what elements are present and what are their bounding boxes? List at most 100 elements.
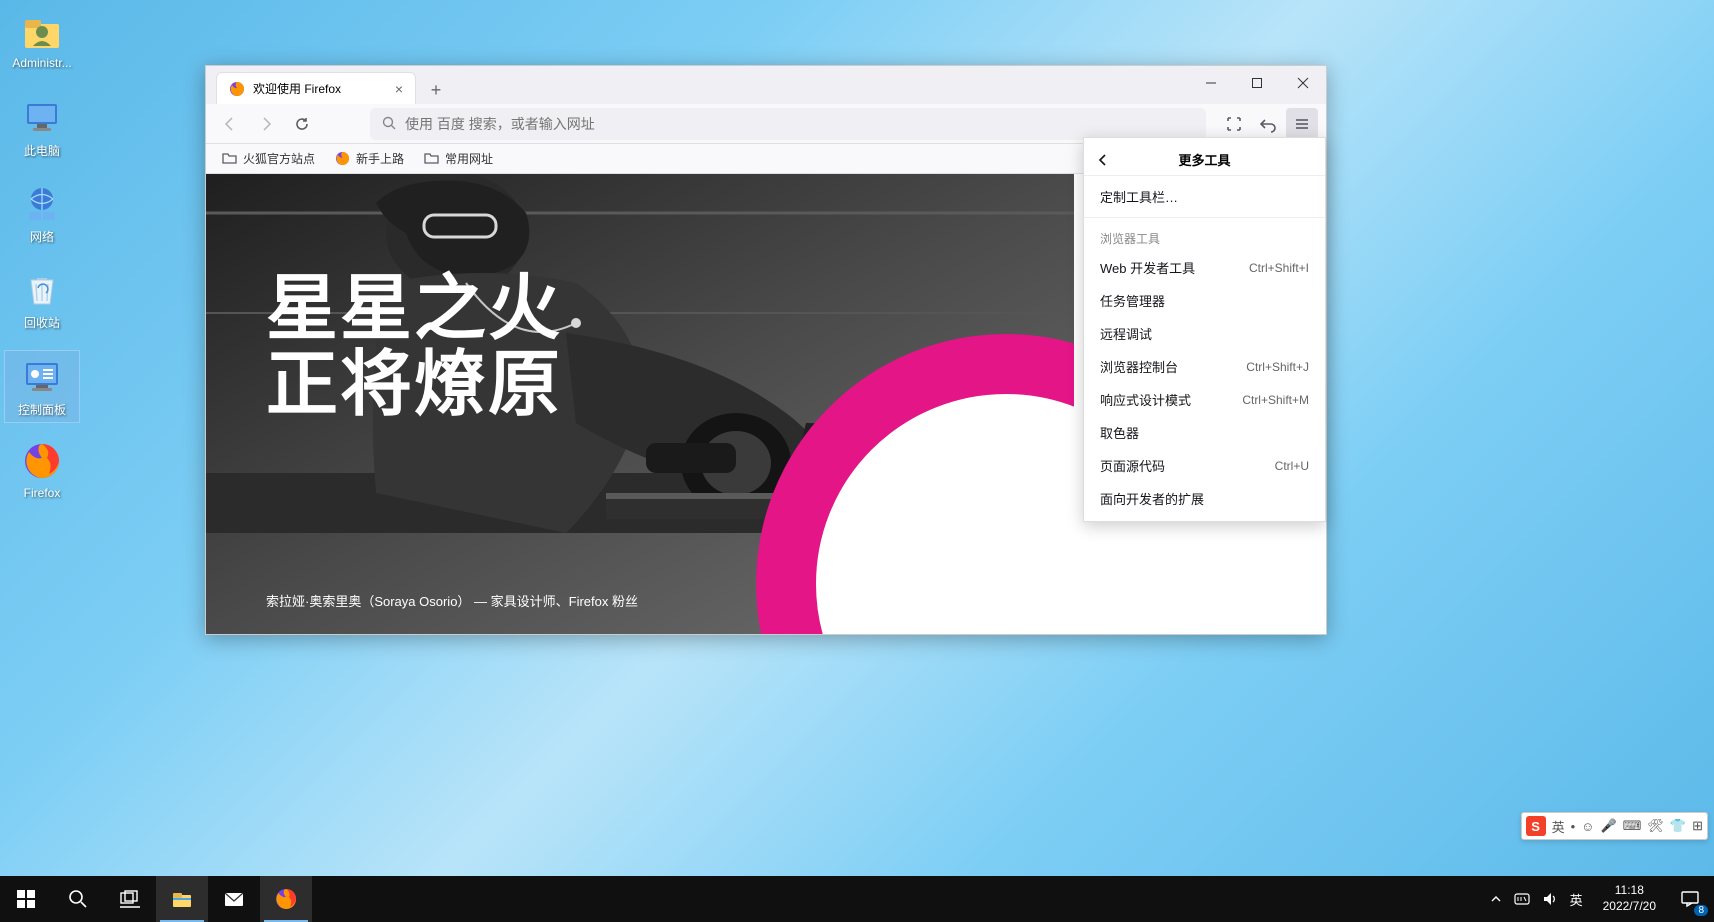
tab-close-button[interactable]: × (395, 81, 403, 97)
menu-section-label: 浏览器工具 (1084, 222, 1325, 251)
menu-item-remote-debug[interactable]: 远程调试 (1084, 317, 1325, 350)
system-tray: 英 11:18 2022/7/20 8 (1480, 876, 1714, 922)
menu-item-label: 响应式设计模式 (1100, 390, 1191, 409)
ime-lang[interactable]: 英 (1552, 817, 1565, 836)
hero-line-1: 星星之火 (266, 272, 562, 348)
menu-item-customize[interactable]: 定制工具栏… (1084, 180, 1325, 213)
bookmark-official[interactable]: 火狐官方站点 (214, 146, 323, 171)
menu-item-responsive[interactable]: 响应式设计模式 Ctrl+Shift+M (1084, 383, 1325, 416)
firefox-favicon-icon (229, 81, 245, 97)
back-button[interactable] (214, 108, 246, 140)
close-window-button[interactable] (1280, 66, 1326, 100)
user-folder-icon (21, 10, 63, 52)
maximize-button[interactable] (1234, 66, 1280, 100)
start-button[interactable] (0, 876, 52, 922)
control-panel-icon (21, 355, 63, 397)
tray-ime-lang[interactable]: 英 (1570, 890, 1583, 909)
desktop-icon-this-pc[interactable]: 此电脑 (4, 92, 80, 163)
ime-tool-icon[interactable]: 🛠 (1647, 818, 1664, 834)
screenshot-button[interactable] (1218, 108, 1250, 140)
menu-item-shortcut: Ctrl+Shift+I (1249, 261, 1309, 275)
ime-toolbar[interactable]: S 英 • ☺ 🎤 ⌨ 🛠 👕 ⊞ (1521, 812, 1708, 840)
undo-close-button[interactable] (1252, 108, 1284, 140)
taskbar-mail-button[interactable] (208, 876, 260, 922)
taskbar: 英 11:18 2022/7/20 8 (0, 876, 1714, 922)
bookmark-getting-started[interactable]: 新手上路 (327, 146, 412, 171)
browser-tab[interactable]: 欢迎使用 Firefox × (216, 72, 416, 104)
url-bar[interactable] (370, 108, 1206, 140)
menu-item-shortcut: Ctrl+U (1275, 459, 1309, 473)
folder-icon (424, 151, 439, 166)
bookmark-label: 新手上路 (356, 150, 404, 167)
menu-item-label: 取色器 (1100, 423, 1139, 442)
hero-line-2: 正将燎原 (266, 348, 562, 424)
bookmark-common[interactable]: 常用网址 (416, 146, 501, 171)
taskbar-search-button[interactable] (52, 876, 104, 922)
forward-button[interactable] (250, 108, 282, 140)
task-view-button[interactable] (104, 876, 156, 922)
taskbar-clock[interactable]: 11:18 2022/7/20 (1593, 883, 1666, 914)
url-input[interactable] (405, 116, 1194, 132)
folder-icon (222, 151, 237, 166)
bookmark-label: 火狐官方站点 (243, 150, 315, 167)
menu-item-taskmgr[interactable]: 任务管理器 (1084, 284, 1325, 317)
desktop-icon-administrator[interactable]: Administr... (4, 6, 80, 74)
menu-item-label: 面向开发者的扩展 (1100, 489, 1204, 508)
action-center-button[interactable]: 8 (1666, 876, 1714, 922)
menu-item-shortcut: Ctrl+Shift+M (1242, 393, 1309, 407)
menu-item-label: 页面源代码 (1100, 456, 1165, 475)
menu-item-label: 远程调试 (1100, 324, 1152, 343)
hero-caption: 索拉娅·奥索里奥（Soraya Osorio） — 家具设计师、Firefox … (266, 591, 638, 610)
desktop-icon-label: Firefox (8, 486, 76, 500)
menu-item-view-source[interactable]: 页面源代码 Ctrl+U (1084, 449, 1325, 482)
reload-button[interactable] (286, 108, 318, 140)
menu-item-browser-console[interactable]: 浏览器控制台 Ctrl+Shift+J (1084, 350, 1325, 383)
bookmark-label: 常用网址 (445, 150, 493, 167)
app-menu-button[interactable] (1286, 108, 1318, 140)
taskbar-date: 2022/7/20 (1603, 899, 1656, 915)
more-tools-menu: 更多工具 定制工具栏… 浏览器工具 Web 开发者工具 Ctrl+Shift+I… (1083, 137, 1326, 522)
menu-separator (1084, 217, 1325, 218)
menu-item-label: 定制工具栏… (1100, 187, 1178, 206)
sogou-logo-icon[interactable]: S (1526, 816, 1546, 836)
menu-item-label: Web 开发者工具 (1100, 258, 1195, 277)
network-icon (21, 182, 63, 224)
menu-title: 更多工具 (1096, 150, 1313, 169)
taskbar-explorer-button[interactable] (156, 876, 208, 922)
tray-volume-icon[interactable] (1542, 891, 1558, 907)
tray-ime-icon[interactable] (1514, 891, 1530, 907)
monitor-icon (21, 96, 63, 138)
menu-item-dev-ext[interactable]: 面向开发者的扩展 (1084, 482, 1325, 515)
desktop-icon-control-panel[interactable]: 控制面板 (4, 350, 80, 423)
desktop-icon-recycle-bin[interactable]: 回收站 (4, 264, 80, 335)
desktop-icon-label: Administr... (8, 56, 76, 70)
menu-item-devtools[interactable]: Web 开发者工具 Ctrl+Shift+I (1084, 251, 1325, 284)
ime-keyboard-icon[interactable]: ⌨ (1623, 818, 1642, 834)
firefox-favicon-icon (335, 151, 350, 166)
tab-title: 欢迎使用 Firefox (253, 80, 341, 97)
desktop-icon-label: 回收站 (8, 314, 76, 331)
menu-back-button[interactable] (1096, 153, 1110, 167)
minimize-button[interactable] (1188, 66, 1234, 100)
notification-badge: 8 (1694, 905, 1708, 916)
window-controls (1188, 66, 1326, 100)
ime-skin-icon[interactable]: 👕 (1670, 818, 1686, 834)
desktop-icon-label: 控制面板 (9, 401, 75, 418)
ime-emoji-icon[interactable]: ☺ (1581, 819, 1594, 834)
desktop-icon-firefox[interactable]: Firefox (4, 436, 80, 504)
ime-grid-icon[interactable]: ⊞ (1692, 818, 1703, 834)
taskbar-time: 11:18 (1603, 883, 1656, 899)
recycle-bin-icon (21, 268, 63, 310)
tab-bar: 欢迎使用 Firefox × + (206, 66, 1326, 104)
menu-item-label: 浏览器控制台 (1100, 357, 1178, 376)
firefox-icon (21, 440, 63, 482)
ime-mic-icon[interactable]: 🎤 (1600, 818, 1616, 834)
tray-overflow-button[interactable] (1490, 893, 1502, 905)
desktop-icon-network[interactable]: 网络 (4, 178, 80, 249)
menu-header: 更多工具 (1084, 144, 1325, 176)
taskbar-firefox-button[interactable] (260, 876, 312, 922)
menu-item-shortcut: Ctrl+Shift+J (1246, 360, 1309, 374)
menu-item-eyedropper[interactable]: 取色器 (1084, 416, 1325, 449)
desktop-icon-label: 此电脑 (8, 142, 76, 159)
new-tab-button[interactable]: + (422, 76, 450, 104)
